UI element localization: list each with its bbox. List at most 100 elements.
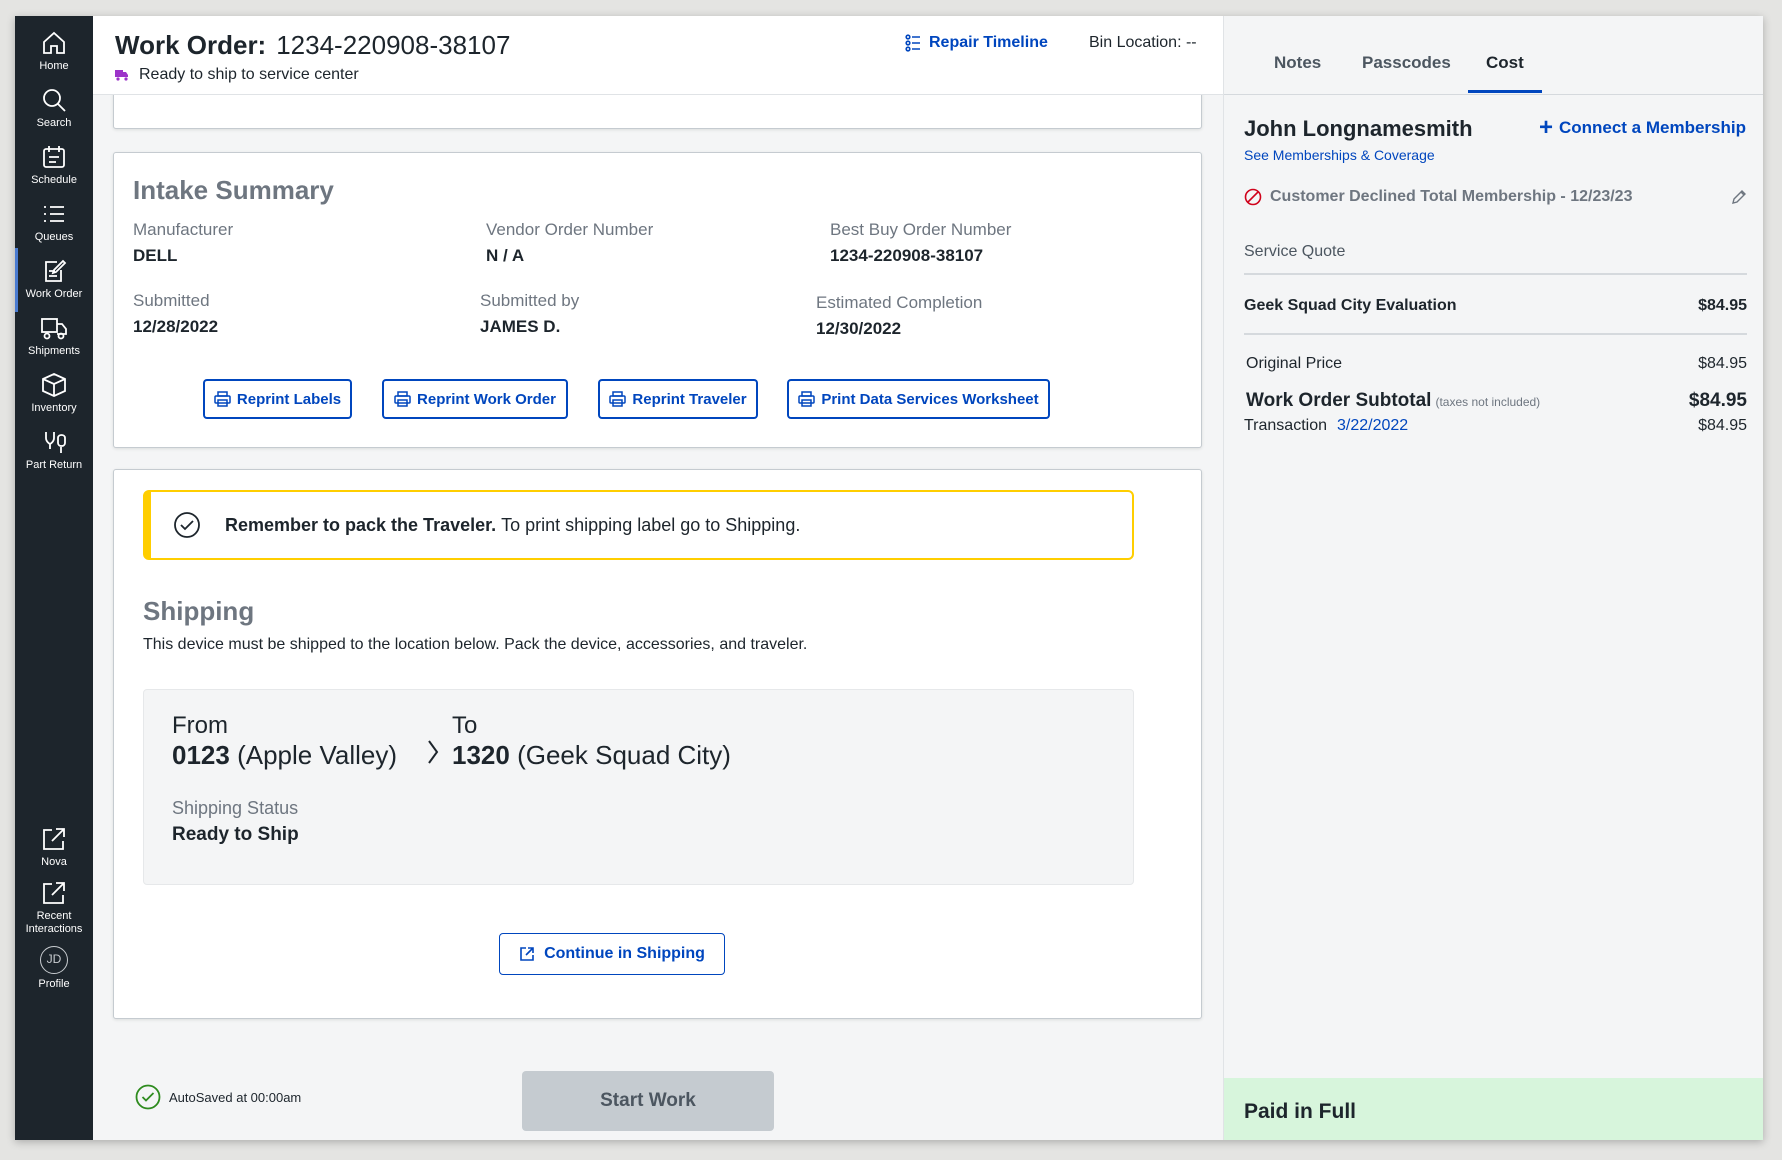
print-data-services-worksheet-button[interactable]: Print Data Services Worksheet <box>787 379 1050 419</box>
taxes-note: (taxes not included) <box>1435 395 1541 409</box>
pencil-icon[interactable] <box>1731 189 1747 205</box>
reprint-traveler-label: Reprint Traveler <box>632 390 747 408</box>
shipping-status-label: Shipping Status <box>172 798 299 818</box>
to-location: 1320 (Geek Squad City) <box>452 740 731 771</box>
to-label: To <box>452 712 478 739</box>
start-work-label: Start Work <box>600 1090 696 1111</box>
printer-icon <box>609 391 627 407</box>
sidebar-item-label: Part Return <box>25 459 83 471</box>
check-circle-icon <box>135 1084 161 1110</box>
prohibited-icon <box>1244 188 1262 206</box>
sidebar-item-recent-interactions[interactable]: Recent Interactions <box>15 880 93 936</box>
sidebar-item-inventory[interactable]: Inventory <box>15 372 93 415</box>
intake-summary-card: Intake Summary Manufacturer DELL Vendor … <box>113 152 1202 448</box>
sidebar-item-home[interactable]: Home <box>15 30 93 73</box>
shipping-route: From 0123 (Apple Valley) To 1320 (Geek S… <box>143 689 1134 885</box>
page-title: Work Order: 1234-220908-38107 <box>115 30 510 61</box>
status-text: Ready to ship to service center <box>139 66 359 83</box>
transaction-label-group: Transaction 3/22/2022 <box>1244 417 1408 435</box>
alert-text: To print shipping label go to Shipping. <box>501 514 801 535</box>
sidebar-item-label: Work Order <box>25 288 83 300</box>
submitted-by-value: JAMES D. <box>480 317 561 336</box>
repair-timeline-link[interactable]: Repair Timeline <box>905 34 1048 52</box>
tab-passcodes[interactable]: Passcodes <box>1362 53 1451 73</box>
autosave-status: AutoSaved at 00:00am <box>135 1084 301 1110</box>
submitted-value: 12/28/2022 <box>133 317 219 336</box>
line-item-name: Geek Squad City Evaluation <box>1244 297 1457 314</box>
manufacturer-label: Manufacturer <box>133 220 234 239</box>
chevron-right-icon <box>428 740 439 764</box>
sidebar-item-label: Queues <box>34 231 74 243</box>
tab-notes[interactable]: Notes <box>1274 53 1321 73</box>
truck-icon <box>41 318 67 340</box>
sidebar-item-nova[interactable]: Nova <box>15 826 93 869</box>
title-prefix: Work Order: <box>115 30 267 60</box>
divider <box>1244 273 1747 275</box>
start-work-button[interactable]: Start Work <box>522 1071 774 1131</box>
top-card <box>113 95 1202 129</box>
sidebar-item-label: Home <box>39 60 69 72</box>
vendor-order-value: N / A <box>486 246 525 265</box>
sidebar-item-search[interactable]: Search <box>15 87 93 130</box>
sidebar-item-profile[interactable]: JD Profile <box>15 946 93 991</box>
sidebar-item-label: Search <box>36 117 72 129</box>
from-name: (Apple Valley) <box>237 740 398 770</box>
sidebar-item-label: Schedule <box>31 174 77 186</box>
panel-tabs: Notes Passcodes Cost <box>1224 16 1763 95</box>
tab-cost[interactable]: Cost <box>1468 53 1542 93</box>
sidebar: Home Search Schedule Queues Work Order S… <box>15 16 93 1140</box>
subtotal-row: Work Order Subtotal (taxes not included) … <box>1244 390 1747 412</box>
customer-name: John Longnamesmith <box>1244 116 1473 141</box>
box-icon <box>42 373 66 397</box>
continue-in-shipping-button[interactable]: Continue in Shipping <box>499 933 725 975</box>
sidebar-item-label: Recent Interactions <box>25 910 83 935</box>
from-location: 0123 (Apple Valley) <box>172 740 397 771</box>
home-icon <box>43 31 65 54</box>
print-data-services-worksheet-label: Print Data Services Worksheet <box>821 390 1039 408</box>
search-icon <box>43 89 66 112</box>
submitted-by-label: Submitted by <box>480 291 580 310</box>
truck-icon <box>115 70 128 81</box>
subtotal-label: Work Order Subtotal (taxes not included) <box>1246 390 1540 412</box>
calendar-icon <box>43 146 65 168</box>
line-item-price: $84.95 <box>1698 297 1747 314</box>
transaction-label: Transaction <box>1244 417 1327 434</box>
sidebar-item-shipments[interactable]: Shipments <box>15 315 93 358</box>
reprint-labels-button[interactable]: Reprint Labels <box>203 379 352 419</box>
shipping-status-value: Ready to Ship <box>172 824 299 845</box>
shipping-description: This device must be shipped to the locat… <box>143 636 808 653</box>
paid-in-full-banner: Paid in Full <box>1224 1078 1763 1140</box>
reprint-work-order-label: Reprint Work Order <box>417 390 556 408</box>
original-price-value: $84.95 <box>1698 355 1747 372</box>
est-completion-label: Estimated Completion <box>816 293 983 312</box>
intake-summary-title: Intake Summary <box>133 175 334 205</box>
declined-text: Customer Declined Total Membership - 12/… <box>1270 188 1633 205</box>
reprint-work-order-button[interactable]: Reprint Work Order <box>382 379 568 419</box>
reprint-traveler-button[interactable]: Reprint Traveler <box>598 379 758 419</box>
sidebar-item-part-return[interactable]: Part Return <box>15 429 93 472</box>
printer-icon <box>214 391 231 407</box>
sidebar-item-queues[interactable]: Queues <box>15 201 93 244</box>
original-price-label: Original Price <box>1246 355 1343 372</box>
check-circle-icon <box>174 512 200 538</box>
sidebar-item-schedule[interactable]: Schedule <box>15 144 93 187</box>
from-label: From <box>172 712 228 739</box>
quote-line-item: Geek Squad City Evaluation $84.95 <box>1244 297 1747 315</box>
page-header: Work Order: 1234-220908-38107 Ready to sh… <box>93 16 1223 95</box>
bin-location: Bin Location: -- <box>1089 34 1197 51</box>
avatar: JD <box>40 946 68 974</box>
see-memberships-link[interactable]: See Memberships & Coverage <box>1244 147 1435 163</box>
connect-membership-button[interactable]: + Connect a Membership <box>1539 116 1746 140</box>
subtotal-label-text: Work Order Subtotal <box>1246 390 1432 411</box>
vendor-order-label: Vendor Order Number <box>486 220 654 239</box>
sidebar-item-label: Nova <box>41 856 67 868</box>
bby-order-value: 1234-220908-38107 <box>830 246 984 265</box>
shipping-card: Remember to pack the Traveler. To print s… <box>113 469 1202 1019</box>
status-line: Ready to ship to service center <box>115 66 359 84</box>
from-code: 0123 <box>172 740 230 770</box>
est-completion-value: 12/30/2022 <box>816 319 902 338</box>
connect-membership-label: Connect a Membership <box>1558 118 1746 137</box>
continue-in-shipping-label: Continue in Shipping <box>544 945 705 962</box>
transaction-date-link[interactable]: 3/22/2022 <box>1337 417 1408 434</box>
sidebar-item-work-order[interactable]: Work Order <box>15 248 93 312</box>
